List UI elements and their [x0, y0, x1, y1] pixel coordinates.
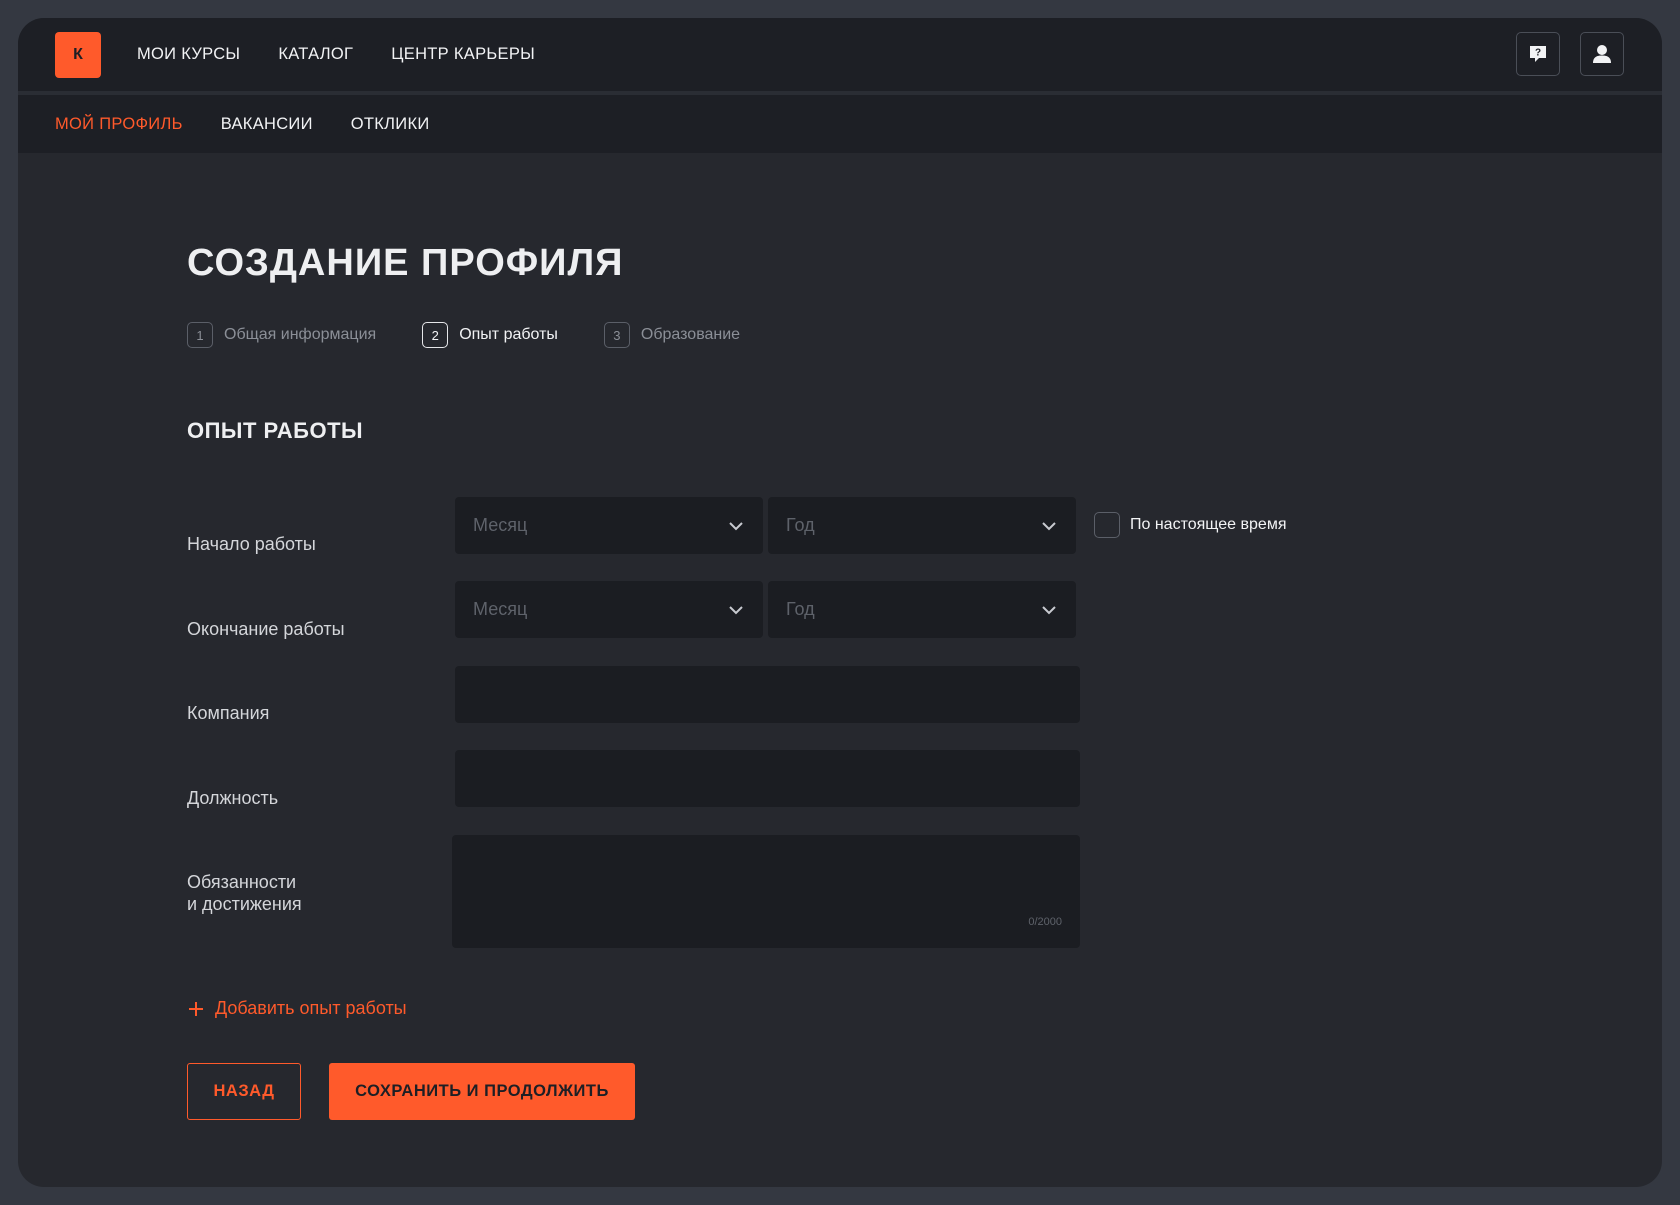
- top-bar: К МОИ КУРСЫ КАТАЛОГ ЦЕНТР КАРЬЕРЫ ?: [18, 18, 1662, 95]
- duties-textarea[interactable]: 0/2000: [452, 835, 1080, 948]
- page-title: СОЗДАНИЕ ПРОФИЛЯ: [187, 242, 624, 284]
- end-year-select[interactable]: Год: [768, 581, 1076, 638]
- profile-button[interactable]: [1580, 32, 1624, 76]
- duties-label: Обязанности и достижения: [187, 871, 302, 915]
- company-input[interactable]: [455, 666, 1080, 723]
- step-number: 1: [187, 322, 213, 348]
- current-job-checkbox[interactable]: [1094, 512, 1120, 538]
- svg-text:?: ?: [1535, 48, 1541, 59]
- start-year-select[interactable]: Год: [768, 497, 1076, 554]
- start-month-placeholder: Месяц: [473, 515, 528, 535]
- position-label: Должность: [187, 788, 279, 808]
- end-month-placeholder: Месяц: [473, 599, 528, 619]
- step-number: 2: [422, 322, 449, 348]
- step-number: 3: [603, 322, 630, 348]
- current-job-label[interactable]: По настоящее время: [1130, 516, 1286, 534]
- char-counter: 0/2000: [1028, 916, 1062, 928]
- nav-career-center[interactable]: ЦЕНТР КАРЬЕРЫ: [391, 45, 535, 64]
- section-title: ОПЫТ РАБОТЫ: [187, 418, 364, 443]
- step-work-experience[interactable]: 2 Опыт работы: [422, 322, 558, 348]
- stepper: 1 Общая информация 2 Опыт работы 3 Образ…: [187, 322, 786, 348]
- end-year-placeholder: Год: [786, 599, 815, 619]
- end-date-label: Окончание работы: [187, 619, 345, 639]
- sub-nav: МОЙ ПРОФИЛЬ ВАКАНСИИ ОТКЛИКИ: [18, 95, 1662, 153]
- nav-my-courses[interactable]: МОИ КУРСЫ: [137, 45, 240, 64]
- start-date-label: Начало работы: [187, 534, 316, 554]
- add-experience-link[interactable]: Добавить опыт работы: [187, 998, 407, 1019]
- company-label: Компания: [187, 703, 270, 723]
- subnav-responses[interactable]: ОТКЛИКИ: [351, 115, 430, 134]
- logo[interactable]: К: [55, 32, 101, 78]
- main-nav: МОИ КУРСЫ КАТАЛОГ ЦЕНТР КАРЬЕРЫ: [137, 18, 535, 91]
- step-education[interactable]: 3 Образование: [603, 322, 741, 348]
- chevron-down-icon: [729, 521, 743, 530]
- nav-catalog[interactable]: КАТАЛОГ: [278, 45, 353, 64]
- plus-icon: [189, 1001, 203, 1016]
- duties-label-line2: и достижения: [187, 894, 302, 914]
- end-month-select[interactable]: Месяц: [455, 581, 763, 638]
- help-button[interactable]: ?: [1516, 32, 1560, 76]
- position-input[interactable]: [455, 750, 1080, 807]
- subnav-my-profile[interactable]: МОЙ ПРОФИЛЬ: [55, 115, 183, 134]
- chevron-down-icon: [729, 605, 743, 614]
- user-icon: [1593, 45, 1611, 63]
- step-label: Образование: [640, 326, 741, 343]
- save-continue-button[interactable]: СОХРАНИТЬ И ПРОДОЛЖИТЬ: [329, 1063, 635, 1120]
- step-label: Общая информация: [224, 326, 377, 343]
- add-experience-label: Добавить опыт работы: [215, 998, 407, 1018]
- subnav-vacancies[interactable]: ВАКАНСИИ: [221, 115, 313, 134]
- app-window: К МОИ КУРСЫ КАТАЛОГ ЦЕНТР КАРЬЕРЫ ? МОЙ …: [18, 18, 1662, 1187]
- duties-label-line1: Обязанности: [187, 872, 297, 892]
- back-button[interactable]: НАЗАД: [187, 1063, 301, 1120]
- start-year-placeholder: Год: [786, 515, 815, 535]
- start-month-select[interactable]: Месяц: [455, 497, 763, 554]
- chevron-down-icon: [1042, 521, 1056, 530]
- chevron-down-icon: [1042, 605, 1056, 614]
- help-chat-icon: ?: [1530, 46, 1546, 62]
- step-general-info[interactable]: 1 Общая информация: [187, 322, 376, 348]
- step-label: Опыт работы: [459, 326, 558, 343]
